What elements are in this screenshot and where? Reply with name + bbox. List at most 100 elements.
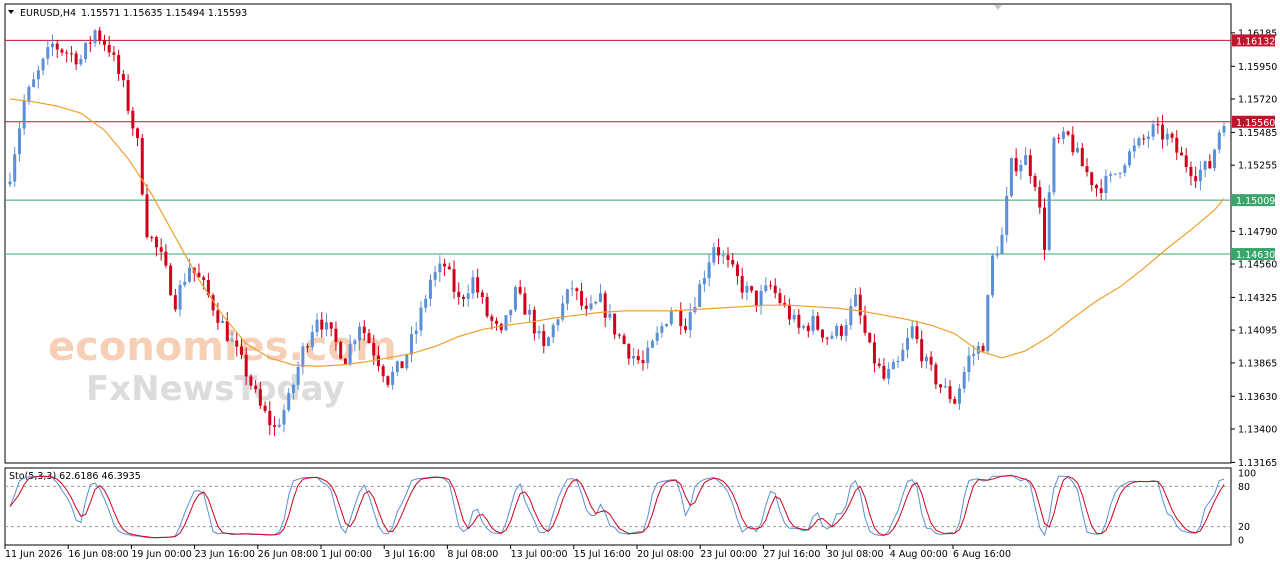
candle-body-bear [929,356,933,365]
candle-body-bear [239,346,243,355]
candle-body-bull [811,315,815,332]
candle-body-bear [1057,137,1061,139]
candle-body-bull [183,281,187,286]
candle-body-bear [816,315,820,330]
candle-body-bear [617,334,621,336]
candle-body-bull [792,314,796,320]
candle-body-bull [547,337,551,347]
candle-body-bear [102,40,106,45]
candle-body-bear [622,335,626,344]
candle-body-bull [504,315,508,331]
candle-body-bear [636,356,640,361]
candle-body-bear [117,54,121,75]
candle-body-bull [887,369,891,379]
time-tick-label: 3 Jul 16:00 [384,549,435,560]
candle-body-bull [901,349,905,361]
candle-body-bull [471,277,475,294]
candle-body-bull [17,128,21,155]
candle-body-bear [1028,155,1032,176]
candle-body-bull [287,392,291,411]
candle-body-bull [660,326,664,333]
candle-body-bear [1033,175,1037,188]
candle-body-bear [641,360,645,364]
candle-body-bull [391,371,395,385]
candle-body-bear [877,363,881,366]
candle-body-bull [27,86,31,102]
candle-body-bear [339,341,343,359]
candle-body-bear [1099,188,1103,194]
candle-body-bull [1118,172,1122,174]
candle-body-bull [348,344,352,365]
candle-body-bull [1061,131,1065,139]
eurusd-h4-chart[interactable]: economies.comFxNewsTodayEURUSD,H4 1.15571… [0,0,1280,567]
stoch-tick-label: 0 [1238,536,1244,547]
candle-body-bull [608,313,612,318]
candle-body-bear [362,326,366,334]
candle-body-bull [669,310,673,325]
candle-body-bear [1156,124,1160,126]
candle-body-bear [1208,161,1212,169]
candle-body-bull [1009,158,1013,196]
candle-body-bull [551,325,555,338]
time-tick-label: 23 Jun 16:00 [195,549,255,560]
candle-body-bull [1128,151,1132,166]
candle-body-bull [1217,132,1221,150]
price-tick-label: 1.14790 [1238,227,1277,238]
candle-body-bull [36,70,40,80]
candle-body-bear [1066,131,1070,135]
candle-body-bear [1085,166,1089,173]
candle-body-bear [953,399,957,404]
candle-body-bull [906,337,910,350]
candle-body-bull [698,284,702,307]
candle-body-bull [41,58,45,71]
candle-body-bull [433,272,437,280]
candle-body-bear [173,295,177,310]
candle-body-bear [457,291,461,297]
stochastic-pane[interactable] [4,467,1232,546]
candle-body-bull [1203,161,1207,170]
candle-body-bull [1113,173,1117,175]
time-tick-label: 6 Aug 16:00 [953,549,1011,560]
candle-body-bull [513,287,517,310]
candle-body-bear [981,345,985,352]
candle-body-bull [556,319,560,326]
candle-body-bear [400,361,404,369]
candle-body-bear [367,333,371,344]
time-tick-label: 20 Jul 08:00 [637,549,694,560]
candle-body-bear [542,331,546,347]
candle-body-bear [235,340,239,347]
candle-body-bull [230,340,234,342]
candle-body-bear [740,276,744,293]
time-tick-label: 11 Jun 2026 [5,549,62,560]
candle-body-bear [258,389,262,406]
candle-body-bull [353,340,357,345]
candle-body-bear [726,255,730,260]
candle-body-bull [986,295,990,352]
price-tick-label: 1.15720 [1238,95,1277,106]
candle-body-bear [584,305,588,309]
candle-body-bear [750,286,754,291]
candle-body-bull [466,293,470,299]
candle-body-bull [291,384,295,393]
price-tick-label: 1.13165 [1238,458,1277,469]
candle-body-bear [244,354,248,377]
candle-body-bull [1165,133,1169,140]
candle-body-bear [480,292,484,297]
candle-body-bull [962,372,966,389]
candle-body-bear [254,385,258,390]
candle-body-bear [806,325,810,332]
candle-body-bear [381,366,385,377]
candle-body-bear [1038,187,1042,208]
candle-body-bull [650,340,654,348]
candle-body-bull [646,347,650,364]
candle-body-bear [126,80,130,111]
chart-window[interactable]: economies.com FxNewsToday EURUSD,H4 1.15571… [0,0,1280,567]
candle-body-bear [447,266,451,270]
candle-body-bear [717,247,721,256]
candle-body-bull [594,301,598,304]
level-price-label: 1.15560 [1236,118,1275,129]
candle-body-bull [424,298,428,308]
candle-body-bull [13,154,17,182]
symbol-timeframe-label: EURUSD,H4 [20,8,76,19]
price-tick-label: 1.14560 [1238,260,1277,271]
